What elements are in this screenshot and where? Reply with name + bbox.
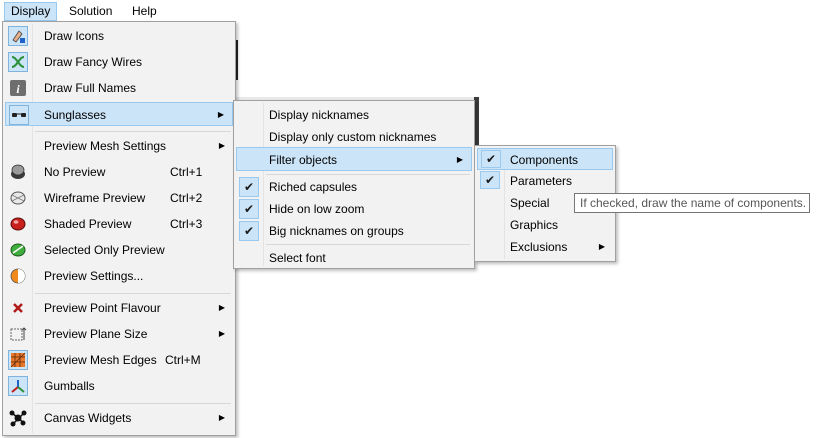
- menu-separator: [266, 244, 470, 245]
- menu-item-shaded-preview[interactable]: Shaded Preview Ctrl+3: [5, 212, 233, 236]
- menu-item-draw-icons[interactable]: Draw Icons: [5, 24, 233, 48]
- menu-item-filter-objects[interactable]: Filter objects ▶: [236, 147, 472, 171]
- no-preview-icon: [8, 162, 28, 182]
- shaded-icon: [8, 214, 28, 234]
- menu-item-select-font[interactable]: Select font: [236, 246, 472, 270]
- submenu-arrow-icon: ▶: [217, 110, 224, 119]
- draw-icons-icon: [8, 26, 28, 46]
- mesh-edges-icon: [8, 350, 28, 370]
- menu-item-hide-on-low-zoom[interactable]: ✔ Hide on low zoom: [236, 197, 472, 221]
- menu-item-draw-fancy-wires[interactable]: Draw Fancy Wires: [5, 50, 233, 74]
- point-flavour-icon: [8, 298, 28, 318]
- submenu-arrow-icon: ▶: [218, 413, 225, 422]
- plane-size-icon: [8, 324, 28, 344]
- checkmark-icon: ✔: [480, 171, 500, 189]
- menu-item-preview-plane-size[interactable]: Preview Plane Size ▶: [5, 322, 233, 346]
- sunglasses-submenu: Display nicknames Display only custom ni…: [233, 100, 475, 269]
- menu-item-no-preview[interactable]: No Preview Ctrl+1: [5, 160, 233, 184]
- menu-item-selected-only-preview[interactable]: Selected Only Preview: [5, 238, 233, 262]
- menu-item-display-only-custom-nicknames[interactable]: Display only custom nicknames: [236, 125, 472, 149]
- menu-separator: [35, 293, 231, 294]
- checkmark-icon: ✔: [239, 199, 259, 219]
- menu-solution[interactable]: Solution: [63, 3, 118, 20]
- menu-item-sunglasses[interactable]: Sunglasses ▶: [5, 102, 233, 126]
- menu-item-exclusions[interactable]: Exclusions ▶: [477, 236, 613, 258]
- menu-separator: [35, 131, 231, 132]
- checkmark-icon: ✔: [239, 177, 259, 197]
- menu-item-canvas-widgets[interactable]: Canvas Widgets ▶: [5, 406, 233, 430]
- submenu-arrow-icon: ▶: [598, 242, 605, 251]
- checkmark-icon: ✔: [481, 150, 501, 168]
- menu-item-preview-mesh-edges[interactable]: Preview Mesh Edges Ctrl+M: [5, 348, 233, 372]
- menu-item-big-nicknames-on-groups[interactable]: ✔ Big nicknames on groups: [236, 219, 472, 243]
- menu-item-riched-capsules[interactable]: ✔ Riched capsules: [236, 175, 472, 199]
- display-menu: Draw Icons Draw Fancy Wires i Draw Full …: [2, 21, 236, 436]
- tooltip: If checked, draw the name of components.: [574, 193, 810, 213]
- menu-item-preview-point-flavour[interactable]: Preview Point Flavour ▶: [5, 296, 233, 320]
- menu-item-preview-settings[interactable]: Preview Settings...: [5, 264, 233, 288]
- submenu-arrow-icon: ▶: [218, 303, 225, 312]
- submenu-arrow-icon: ▶: [218, 329, 225, 338]
- menu-item-wireframe-preview[interactable]: Wireframe Preview Ctrl+2: [5, 186, 233, 210]
- menu-display[interactable]: Display: [4, 2, 58, 21]
- submenu-arrow-icon: ▶: [456, 155, 463, 164]
- checkmark-icon: ✔: [239, 221, 259, 241]
- gumball-icon: [8, 376, 28, 396]
- menu-item-components[interactable]: ✔ Components: [477, 148, 613, 170]
- submenu-arrow-icon: ▶: [218, 141, 225, 150]
- wireframe-icon: [8, 188, 28, 208]
- info-icon: i: [8, 78, 28, 98]
- widgets-icon: [8, 408, 28, 428]
- sunglasses-icon: [9, 105, 29, 125]
- menu-help[interactable]: Help: [126, 3, 163, 20]
- menu-item-draw-full-names[interactable]: i Draw Full Names: [5, 76, 233, 100]
- menu-item-preview-mesh-settings[interactable]: Preview Mesh Settings ▶: [5, 134, 233, 158]
- menu-item-display-nicknames[interactable]: Display nicknames: [236, 103, 472, 127]
- fancy-wires-icon: [8, 52, 28, 72]
- menubar: Display Solution Help: [0, 0, 236, 22]
- menu-item-graphics[interactable]: Graphics: [477, 214, 613, 236]
- menu-item-parameters[interactable]: ✔ Parameters: [477, 170, 613, 192]
- menu-item-gumballs[interactable]: Gumballs: [5, 374, 233, 398]
- menu-separator: [35, 403, 231, 404]
- preview-settings-icon: [8, 266, 28, 286]
- selected-only-icon: [8, 240, 28, 260]
